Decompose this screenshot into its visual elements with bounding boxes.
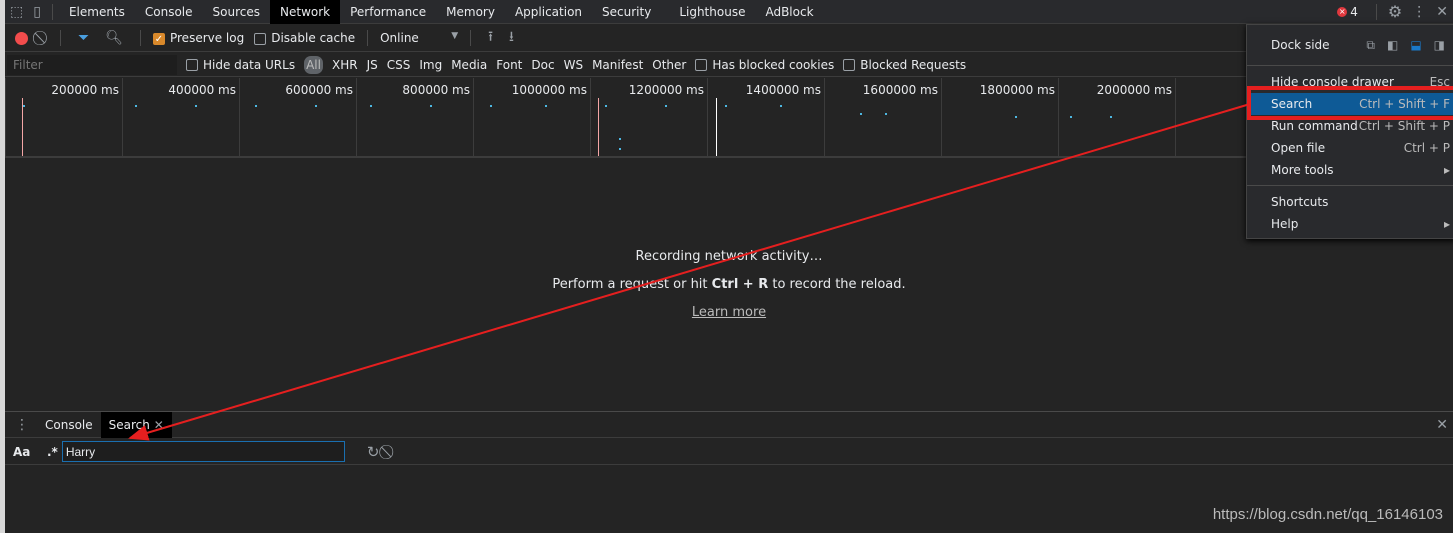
annotation-arrow-line bbox=[128, 103, 1251, 441]
watermark: https://blog.csdn.net/qq_16146103 bbox=[1212, 506, 1443, 523]
annotation-arrow bbox=[128, 103, 1251, 441]
